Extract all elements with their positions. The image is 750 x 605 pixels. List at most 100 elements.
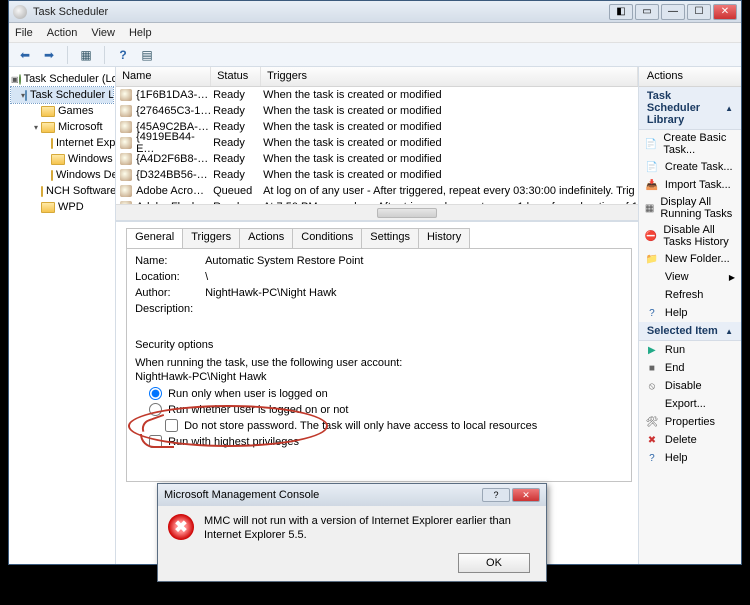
action-import-task-[interactable]: 📥Import Task...: [639, 176, 741, 194]
action-icon: [645, 288, 659, 302]
tab-conditions[interactable]: Conditions: [292, 228, 362, 248]
action-icon: ⛔: [645, 229, 657, 243]
action-delete[interactable]: ✖Delete: [639, 431, 741, 449]
check-highest[interactable]: Run with highest privileges: [149, 435, 623, 448]
separator: [104, 46, 105, 64]
tree-item-wpd[interactable]: WPD: [11, 199, 113, 215]
tab-history[interactable]: History: [418, 228, 470, 248]
menu-file[interactable]: File: [15, 27, 33, 39]
titlebar[interactable]: Task Scheduler ◧ ▭ — ☐ ✕: [9, 1, 741, 23]
tab-triggers[interactable]: Triggers: [182, 228, 240, 248]
actions-header: Actions: [639, 67, 741, 87]
action-refresh[interactable]: Refresh: [639, 286, 741, 304]
dialog-help-button[interactable]: ?: [482, 488, 510, 502]
action-export-[interactable]: Export...: [639, 395, 741, 413]
dialog-message: MMC will not run with a version of Inter…: [204, 514, 536, 542]
tab-settings[interactable]: Settings: [361, 228, 419, 248]
ok-button[interactable]: OK: [458, 553, 530, 573]
table-row[interactable]: {A4D2F6B8-…ReadyWhen the task is created…: [116, 151, 638, 167]
tree-library[interactable]: ▾Task Scheduler Library: [11, 87, 113, 103]
col-status[interactable]: Status: [211, 67, 261, 86]
close-button[interactable]: ✕: [713, 4, 737, 20]
radio-logged-on[interactable]: Run only when user is logged on: [149, 387, 623, 400]
forward-button[interactable]: ➡: [39, 45, 59, 65]
help-sys-button[interactable]: ◧: [609, 4, 633, 20]
scroll-thumb[interactable]: [377, 208, 437, 218]
table-row[interactable]: {276465C3-1…ReadyWhen the task is create…: [116, 103, 638, 119]
tree-root[interactable]: ▣Task Scheduler (Local): [11, 71, 113, 87]
action-disable[interactable]: ⦸Disable: [639, 377, 741, 395]
tab-general[interactable]: General: [126, 228, 183, 248]
table-row[interactable]: {1F6B1DA3-…ReadyWhen the task is created…: [116, 87, 638, 103]
description-label: Description:: [135, 303, 205, 315]
menu-help[interactable]: Help: [129, 27, 152, 39]
action-icon: ▦: [645, 201, 654, 215]
action-end[interactable]: ■End: [639, 359, 741, 377]
grid-header[interactable]: Name Status Triggers: [116, 67, 638, 87]
col-triggers[interactable]: Triggers: [261, 67, 638, 86]
cell-trigger: When the task is created or modified: [263, 137, 638, 149]
actions-group-library[interactable]: Task Scheduler Library▲: [639, 87, 741, 130]
actions-pane: Actions Task Scheduler Library▲ 📄Create …: [639, 67, 741, 564]
action-icon: ?: [645, 451, 659, 465]
action-icon: [645, 397, 659, 411]
horizontal-scrollbar[interactable]: [116, 204, 638, 220]
cell-status: Ready: [213, 121, 263, 133]
table-row[interactable]: {4919EB44-E…ReadyWhen the task is create…: [116, 135, 638, 151]
author-value: NightHawk-PC\Night Hawk: [205, 287, 336, 299]
restore-sys-button[interactable]: ▭: [635, 4, 659, 20]
check-nostore[interactable]: Do not store password. The task will onl…: [165, 419, 623, 432]
action-disable-all-tasks-history[interactable]: ⛔Disable All Tasks History: [639, 222, 741, 250]
views-button[interactable]: ▦: [76, 45, 96, 65]
nav-tree[interactable]: ▣Task Scheduler (Local) ▾Task Scheduler …: [9, 67, 116, 564]
tree-item-windows[interactable]: Windows: [11, 151, 113, 167]
cell-status: Ready: [213, 153, 263, 165]
dialog-body: ✖ MMC will not run with a version of Int…: [158, 506, 546, 550]
action-view[interactable]: View▶: [639, 268, 741, 286]
col-name[interactable]: Name: [116, 67, 211, 86]
separator: [67, 46, 68, 64]
action-icon: ⦸: [645, 379, 659, 393]
location-value: \: [205, 271, 208, 283]
cell-name: {4919EB44-E…: [136, 131, 213, 155]
tree-item-nch[interactable]: NCH Software: [11, 183, 113, 199]
action-create-basic-task-[interactable]: 📄Create Basic Task...: [639, 130, 741, 158]
maximize-button[interactable]: ☐: [687, 4, 711, 20]
action-help[interactable]: ?Help: [639, 449, 741, 467]
menu-action[interactable]: Action: [47, 27, 78, 39]
menu-view[interactable]: View: [91, 27, 115, 39]
action-create-task-[interactable]: 📄Create Task...: [639, 158, 741, 176]
check-highest-input[interactable]: [149, 435, 162, 448]
action-display-all-running-tasks[interactable]: ▦Display All Running Tasks: [639, 194, 741, 222]
action-properties[interactable]: 🛠Properties: [639, 413, 741, 431]
collapse-icon[interactable]: ▲: [725, 327, 733, 336]
minimize-button[interactable]: —: [661, 4, 685, 20]
action-icon: [645, 270, 659, 284]
tree-item-defender[interactable]: Windows Defende: [11, 167, 113, 183]
table-row[interactable]: Adobe Acro…QueuedAt log on of any user -…: [116, 183, 638, 199]
action-help[interactable]: ?Help: [639, 304, 741, 322]
help-toolbar-icon[interactable]: ?: [113, 45, 133, 65]
radio-logged-or-not-input[interactable]: [149, 403, 162, 416]
task-icon: [120, 185, 132, 197]
tree-item-ie[interactable]: Internet Explorer: [11, 135, 113, 151]
action-button[interactable]: ▤: [137, 45, 157, 65]
radio-logged-on-input[interactable]: [149, 387, 162, 400]
tree-item-games[interactable]: Games: [11, 103, 113, 119]
grid-body[interactable]: {1F6B1DA3-…ReadyWhen the task is created…: [116, 87, 638, 204]
action-new-folder-[interactable]: 📁New Folder...: [639, 250, 741, 268]
table-row[interactable]: {D324BB56-…ReadyWhen the task is created…: [116, 167, 638, 183]
dialog-close-button[interactable]: ✕: [512, 488, 540, 502]
error-icon: ✖: [168, 514, 194, 540]
collapse-icon[interactable]: ▲: [725, 104, 733, 113]
action-run[interactable]: ▶Run: [639, 341, 741, 359]
actions-group-selected[interactable]: Selected Item▲: [639, 322, 741, 341]
back-button[interactable]: ⬅: [15, 45, 35, 65]
task-icon: [120, 89, 132, 101]
radio-logged-or-not[interactable]: Run whether user is logged on or not: [149, 403, 623, 416]
tree-item-microsoft[interactable]: ▾Microsoft: [11, 119, 113, 135]
tab-actions[interactable]: Actions: [239, 228, 293, 248]
check-nostore-input[interactable]: [165, 419, 178, 432]
dialog-titlebar[interactable]: Microsoft Management Console ? ✕: [158, 484, 546, 506]
toolbar: ⬅ ➡ ▦ ? ▤: [9, 43, 741, 67]
